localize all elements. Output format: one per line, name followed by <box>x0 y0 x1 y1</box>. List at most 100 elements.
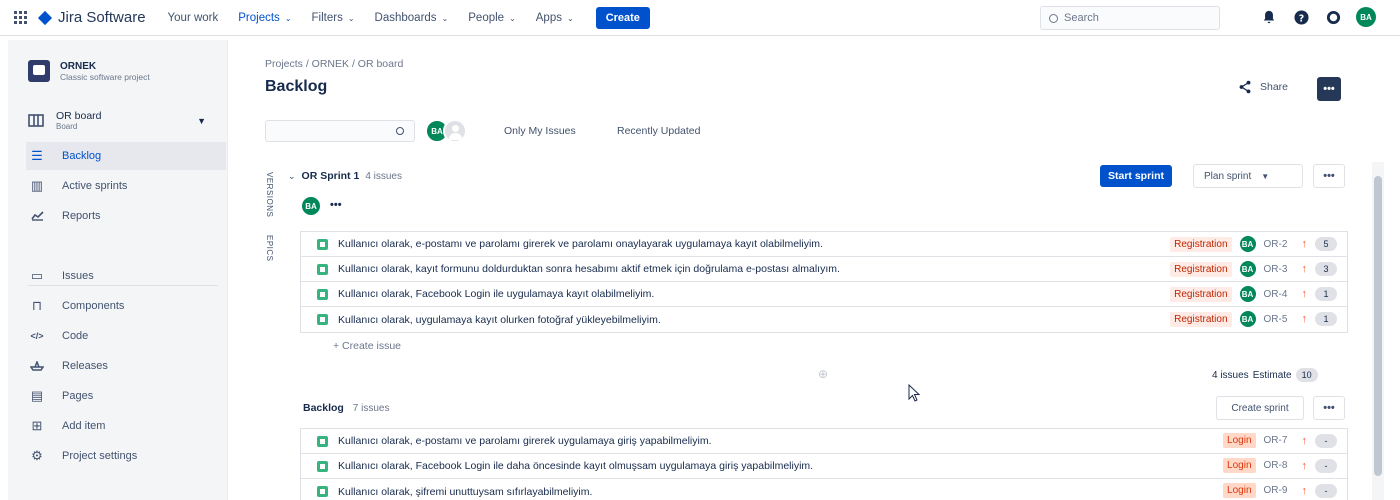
sidebar-item-project-settings[interactable]: ⚙ Project settings <box>26 442 226 470</box>
create-sprint-button[interactable]: Create sprint <box>1216 396 1304 420</box>
issue-row[interactable]: Kullanıcı olarak, uygulamaya kayıt olurk… <box>301 307 1347 332</box>
issue-key[interactable]: OR-8 <box>1264 460 1294 471</box>
issue-meta: Registration BA OR-2 ↑ 5 <box>1170 236 1337 252</box>
nav-item-people[interactable]: People ⌄ <box>468 12 516 24</box>
story-points-badge[interactable]: - <box>1315 458 1337 473</box>
sidebar-item-releases[interactable]: Releases <box>26 352 226 380</box>
sidebar-item-code[interactable]: </> Code <box>26 322 226 350</box>
quick-filter-only-my-issues[interactable]: Only My Issues <box>504 125 576 137</box>
issue-key[interactable]: OR-5 <box>1264 314 1294 325</box>
story-points-badge[interactable]: 1 <box>1315 312 1337 326</box>
nav-item-dashboards[interactable]: Dashboards ⌄ <box>375 12 449 24</box>
active-sprints-icon: ▥ <box>30 178 44 193</box>
epic-label[interactable]: Login <box>1223 483 1256 498</box>
story-icon <box>317 486 328 497</box>
sidebar-item-reports[interactable]: Reports <box>26 202 226 230</box>
issue-key[interactable]: OR-9 <box>1264 485 1294 496</box>
breadcrumb[interactable]: Projects / ORNEK / OR board <box>265 58 403 70</box>
epic-label[interactable]: Registration <box>1170 236 1232 252</box>
create-button[interactable]: Create <box>595 6 650 29</box>
story-points-badge[interactable]: - <box>1315 433 1337 448</box>
issue-row[interactable]: Kullanıcı olarak, Facebook Login ile uyg… <box>301 282 1347 307</box>
issue-key[interactable]: OR-7 <box>1264 435 1294 446</box>
settings-gear-icon[interactable] <box>1324 8 1342 26</box>
story-points-badge[interactable]: - <box>1315 483 1337 498</box>
issue-assignee-avatar[interactable]: BA <box>1239 286 1256 302</box>
issue-assignee-avatar[interactable]: BA <box>1239 261 1256 277</box>
nav-item-your-work[interactable]: Your work <box>168 12 219 24</box>
nav-item-label: Projects <box>238 11 280 24</box>
jira-diamond-icon <box>37 10 53 25</box>
story-points-badge[interactable]: 3 <box>1315 262 1337 276</box>
epic-label[interactable]: Registration <box>1170 286 1232 302</box>
more-actions-button[interactable]: ••• <box>1317 77 1341 101</box>
sidebar-item-backlog[interactable]: ☰ Backlog <box>26 142 226 170</box>
backlog-search-input[interactable] <box>265 120 415 142</box>
share-label: Share <box>1260 81 1289 93</box>
scrollbar[interactable] <box>1372 162 1384 500</box>
help-icon[interactable]: ? <box>1292 8 1310 26</box>
user-avatar[interactable]: BA <box>1356 7 1376 27</box>
issue-row[interactable]: Kullanıcı olarak, kayıt formunu doldurdu… <box>301 257 1347 282</box>
nav-item-filters[interactable]: Filters ⌄ <box>312 12 355 24</box>
start-sprint-button[interactable]: Start sprint <box>1100 165 1173 187</box>
priority-high-arrow-icon: ↑ <box>1301 434 1308 447</box>
chevron-down-icon[interactable]: ⌄ <box>288 171 296 182</box>
story-points-badge[interactable]: 5 <box>1315 237 1337 251</box>
backlog-actions-more-button[interactable]: ••• <box>1313 396 1345 420</box>
jira-logo[interactable]: Jira Software <box>37 9 146 26</box>
project-header[interactable]: ORNEK Classic software project <box>28 60 150 82</box>
notifications-icon[interactable] <box>1260 8 1278 26</box>
scrollbar-thumb[interactable] <box>1374 176 1382 476</box>
plan-sprint-label: Plan sprint <box>1204 170 1252 182</box>
share-button[interactable]: Share <box>1238 80 1288 94</box>
estimate-value: 10 <box>1295 368 1318 382</box>
epic-label[interactable]: Login <box>1223 433 1256 448</box>
project-type: Classic software project <box>60 71 150 82</box>
issue-row[interactable]: Kullanıcı olarak, şifremi unuttuysam sıf… <box>301 479 1347 500</box>
code-icon: </> <box>30 331 44 341</box>
sidebar-item-label: Add item <box>62 420 106 432</box>
priority-high-arrow-icon: ↑ <box>1301 313 1308 325</box>
unassigned-avatar-icon[interactable] <box>443 119 467 143</box>
issue-key[interactable]: OR-2 <box>1264 239 1294 250</box>
story-icon <box>317 263 328 275</box>
sidebar-item-add-item[interactable]: ⊞ Add item <box>26 412 226 440</box>
pages-icon: ▤ <box>30 388 44 403</box>
sidebar: ORNEK Classic software project OR board … <box>8 40 228 500</box>
sprint-more-icon[interactable]: ••• <box>330 199 342 211</box>
story-points-badge[interactable]: 1 <box>1315 287 1337 301</box>
svg-text:?: ? <box>1298 13 1303 24</box>
epic-label[interactable]: Login <box>1223 458 1256 473</box>
epic-label[interactable]: Registration <box>1170 311 1232 327</box>
issue-assignee-avatar[interactable]: BA <box>1239 236 1256 252</box>
app-switcher-icon[interactable] <box>14 10 28 25</box>
issue-assignee-avatar[interactable]: BA <box>1239 311 1256 327</box>
search-input[interactable]: Search <box>1040 6 1220 30</box>
sidebar-item-pages[interactable]: ▤ Pages <box>26 382 226 410</box>
issue-key[interactable]: OR-4 <box>1264 289 1294 300</box>
sprint-assignee-avatar[interactable]: BA <box>302 197 320 215</box>
issue-key[interactable]: OR-3 <box>1264 264 1294 275</box>
epic-label[interactable]: Registration <box>1170 261 1232 277</box>
issue-meta: Registration BA OR-5 ↑ 1 <box>1170 311 1337 327</box>
priority-high-arrow-icon: ↑ <box>1301 263 1308 275</box>
epics-tab[interactable]: EPICS <box>265 235 274 262</box>
versions-tab[interactable]: VERSIONS <box>265 172 274 217</box>
board-name: OR board <box>56 110 102 122</box>
issue-row[interactable]: Kullanıcı olarak, e-postamı ve parolamı … <box>301 232 1347 257</box>
search-icon <box>1049 13 1058 23</box>
sprint-actions-more-button[interactable]: ••• <box>1313 164 1345 188</box>
nav-item-apps[interactable]: Apps ⌄ <box>536 12 574 24</box>
create-issue-button[interactable]: + Create issue <box>333 340 401 352</box>
project-name: ORNEK <box>60 60 97 72</box>
board-selector[interactable]: OR board Board ▼ <box>28 110 218 131</box>
plan-sprint-dropdown[interactable]: Plan sprint ▼ <box>1193 164 1303 188</box>
issue-row[interactable]: Kullanıcı olarak, e-postamı ve parolamı … <box>301 429 1347 454</box>
drag-handle-icon[interactable]: ⊕ <box>818 367 828 381</box>
sidebar-item-active-sprints[interactable]: ▥ Active sprints <box>26 172 226 200</box>
quick-filter-recently-updated[interactable]: Recently Updated <box>617 125 700 137</box>
issue-row[interactable]: Kullanıcı olarak, Facebook Login ile dah… <box>301 454 1347 479</box>
nav-item-projects[interactable]: Projects ⌄ <box>238 12 291 24</box>
sidebar-item-components[interactable]: ⊓ Components <box>26 292 226 320</box>
